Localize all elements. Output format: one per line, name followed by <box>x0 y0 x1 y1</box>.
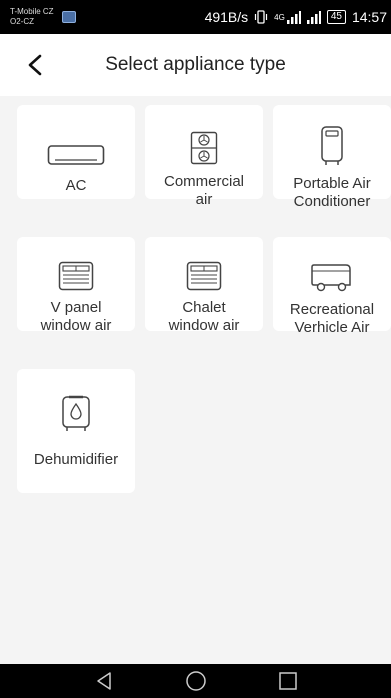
signal-icon <box>286 11 301 24</box>
appliance-label: Portable Air Conditioner <box>293 175 371 210</box>
status-indicators: 491B/s 4G 45 14:57 <box>205 9 387 25</box>
page-title: Select appliance type <box>105 54 286 75</box>
app-header: Select appliance type <box>0 34 391 96</box>
carrier-secondary: O2-CZ <box>10 17 34 26</box>
nav-home-button[interactable] <box>184 669 208 693</box>
appliance-label: Dehumidifier <box>33 451 119 468</box>
recent-square-icon <box>278 672 297 690</box>
network-type: 4G <box>274 12 285 22</box>
nav-back-button[interactable] <box>92 669 116 693</box>
home-circle-icon <box>185 671 206 691</box>
system-nav-bar <box>0 664 391 698</box>
back-triangle-icon <box>96 672 111 690</box>
notification-icon <box>61 11 76 23</box>
signal-icon-2 <box>306 11 321 24</box>
nav-recent-button[interactable] <box>276 669 300 693</box>
dehumidifier-icon <box>62 395 90 431</box>
appliance-label: Chalet window air <box>168 299 240 334</box>
appliance-label: Commercial air <box>163 173 244 208</box>
back-button[interactable] <box>22 52 48 78</box>
window-unit-icon <box>186 261 222 291</box>
window-unit-icon <box>58 261 94 291</box>
ac-unit-icon <box>47 145 105 165</box>
appliance-tile-ac[interactable]: AC <box>17 105 135 199</box>
appliance-tile-chalet-window-air[interactable]: Chalet window air <box>145 237 263 334</box>
appliance-tile-v-panel-window-air[interactable]: V panel window air <box>17 237 135 334</box>
vibrate-icon <box>255 10 268 24</box>
status-bar: T-Mobile CZ O2-CZ 491B/s 4G 45 14:57 <box>0 0 391 34</box>
appliance-label: V panel window air <box>40 299 112 334</box>
carrier-info: T-Mobile CZ O2-CZ <box>10 7 76 27</box>
carrier-primary: T-Mobile CZ <box>10 7 54 16</box>
appliance-tile-portable-ac[interactable]: Portable Air Conditioner <box>273 105 391 210</box>
chevron-left-icon <box>28 54 42 76</box>
appliance-tile-dehumidifier[interactable]: Dehumidifier <box>17 369 135 493</box>
appliance-tile-rv-air[interactable]: Recreational Verhicle Air <box>273 237 391 336</box>
commercial-air-icon <box>190 131 218 165</box>
rv-icon <box>311 264 351 292</box>
appliance-label: AC <box>65 177 87 194</box>
clock: 14:57 <box>351 9 387 25</box>
network-speed: 491B/s <box>204 9 249 25</box>
appliance-tile-commercial-air[interactable]: Commercial air <box>145 105 263 208</box>
appliance-label: Recreational Verhicle Air <box>289 301 375 336</box>
battery-level: 45 <box>326 10 346 24</box>
portable-ac-icon <box>321 126 343 165</box>
